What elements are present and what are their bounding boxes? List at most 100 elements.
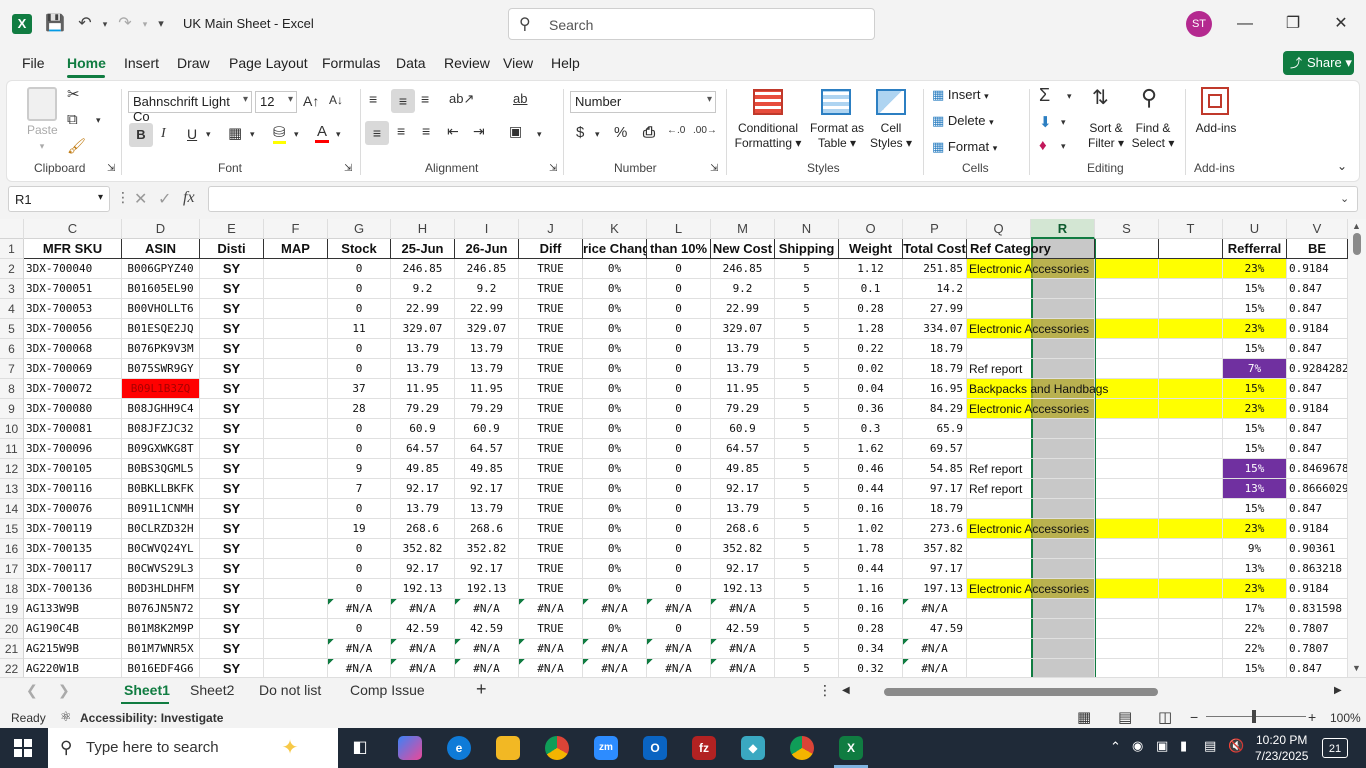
table-cell[interactable]: B09L1B3ZQ: [122, 379, 200, 399]
filezilla-icon[interactable]: fz: [692, 736, 716, 760]
table-cell[interactable]: #N/A: [328, 639, 391, 659]
clear-dropdown-icon[interactable]: ▾: [1061, 141, 1066, 152]
table-cell[interactable]: [264, 539, 328, 559]
expand-formula-bar-icon[interactable]: ⌄: [1340, 192, 1349, 205]
table-cell[interactable]: #N/A: [455, 639, 519, 659]
table-cell[interactable]: TRUE: [519, 499, 583, 519]
table-cell[interactable]: Backpacks and Handbags: [967, 379, 1108, 399]
scroll-up-icon[interactable]: ▲: [1352, 221, 1361, 231]
table-cell[interactable]: [1095, 659, 1159, 677]
font-size-select[interactable]: 12 ▾: [255, 91, 297, 113]
table-cell[interactable]: #N/A: [647, 659, 711, 677]
meet-now-icon[interactable]: ◉: [1132, 738, 1143, 754]
table-cell[interactable]: B01605EL90: [122, 279, 200, 299]
table-cell[interactable]: AG133W9B: [24, 599, 122, 619]
table-cell[interactable]: 3DX-700040: [24, 259, 122, 279]
table-cell[interactable]: 37: [328, 379, 391, 399]
table-cell[interactable]: [264, 559, 328, 579]
table-cell[interactable]: 0%: [583, 499, 647, 519]
tab-view[interactable]: View: [503, 55, 533, 71]
table-cell[interactable]: 97.17: [903, 479, 967, 499]
table-cell[interactable]: 11.95: [711, 379, 775, 399]
table-cell[interactable]: B076PK9V3M: [122, 339, 200, 359]
add-ins-button[interactable]: Add-ins: [1191, 121, 1241, 136]
column-title-cell[interactable]: Ref Category: [967, 239, 1051, 259]
table-cell[interactable]: 192.13: [391, 579, 455, 599]
table-cell[interactable]: [1095, 419, 1159, 439]
table-cell[interactable]: [264, 399, 328, 419]
delete-cells-button[interactable]: ▦ Delete ▾: [932, 113, 1008, 130]
tab-review[interactable]: Review: [444, 55, 490, 71]
column-header-t[interactable]: T: [1159, 219, 1223, 239]
table-cell[interactable]: 5: [775, 499, 839, 519]
taskbar-clock[interactable]: 10:20 PM 7/23/2025: [1255, 732, 1308, 764]
table-cell[interactable]: Ref report: [967, 359, 1031, 379]
table-cell[interactable]: 3DX-700096: [24, 439, 122, 459]
table-cell[interactable]: 0.90361: [1287, 539, 1348, 559]
row-header[interactable]: 21: [0, 639, 24, 659]
table-cell[interactable]: [1031, 459, 1095, 479]
table-cell[interactable]: 357.82: [903, 539, 967, 559]
table-cell[interactable]: #N/A: [711, 639, 775, 659]
table-cell[interactable]: [1159, 299, 1223, 319]
share-button[interactable]: ⤴ Share ▾: [1283, 51, 1354, 75]
column-title-cell[interactable]: [1095, 239, 1159, 259]
table-cell[interactable]: 1.02: [839, 519, 903, 539]
table-cell[interactable]: 0.3: [839, 419, 903, 439]
table-cell[interactable]: 16.95: [903, 379, 967, 399]
select-all-corner[interactable]: [0, 219, 24, 239]
column-header-l[interactable]: L: [647, 219, 711, 239]
row-header[interactable]: 5: [0, 319, 24, 339]
row-header[interactable]: 16: [0, 539, 24, 559]
table-cell[interactable]: Electronic Accessories: [967, 519, 1089, 539]
tab-page-layout[interactable]: Page Layout: [229, 55, 308, 71]
volume-mute-icon[interactable]: 🔇: [1228, 738, 1244, 754]
increase-decimal-icon[interactable]: ←.0: [667, 125, 685, 136]
column-title-cell[interactable]: 26-Jun: [455, 239, 519, 259]
font-color-dropdown-icon[interactable]: ▾: [336, 129, 341, 140]
save-icon[interactable]: 💾: [44, 13, 66, 35]
table-cell[interactable]: 15%: [1223, 379, 1287, 399]
table-cell[interactable]: SY: [200, 379, 264, 399]
column-header-h[interactable]: H: [391, 219, 455, 239]
table-cell[interactable]: 5: [775, 579, 839, 599]
table-cell[interactable]: 5: [775, 519, 839, 539]
table-cell[interactable]: 0: [328, 619, 391, 639]
comma-style-icon[interactable]: ⎙: [643, 124, 655, 141]
table-cell[interactable]: 11.95: [455, 379, 519, 399]
table-cell[interactable]: [1159, 359, 1223, 379]
formula-input[interactable]: [208, 186, 1358, 212]
table-cell[interactable]: [1095, 519, 1159, 539]
table-cell[interactable]: SY: [200, 419, 264, 439]
table-cell[interactable]: 15%: [1223, 439, 1287, 459]
table-cell[interactable]: 18.79: [903, 359, 967, 379]
table-cell[interactable]: 3DX-700069: [24, 359, 122, 379]
outlook-icon[interactable]: O: [643, 736, 667, 760]
table-cell[interactable]: 329.07: [391, 319, 455, 339]
format-as-table-button[interactable]: Format as Table ▾: [807, 121, 867, 151]
table-cell[interactable]: B0BS3QGML5: [122, 459, 200, 479]
table-cell[interactable]: 1.78: [839, 539, 903, 559]
insert-function-icon[interactable]: fx: [183, 189, 195, 207]
table-cell[interactable]: TRUE: [519, 299, 583, 319]
table-cell[interactable]: [1159, 379, 1223, 399]
table-cell[interactable]: 5: [775, 539, 839, 559]
table-cell[interactable]: 5: [775, 439, 839, 459]
collapse-ribbon-icon[interactable]: ⌄: [1337, 159, 1347, 173]
add-ins-icon[interactable]: [1201, 87, 1229, 115]
table-cell[interactable]: 0.34: [839, 639, 903, 659]
table-cell[interactable]: AG190C4B: [24, 619, 122, 639]
table-cell[interactable]: 13.79: [455, 499, 519, 519]
row-header[interactable]: 20: [0, 619, 24, 639]
column-title-cell[interactable]: MFR SKU: [24, 239, 122, 259]
table-cell[interactable]: 23%: [1223, 579, 1287, 599]
column-title-cell[interactable]: [1159, 239, 1223, 259]
vertical-scrollbar[interactable]: ▲ ▼: [1348, 219, 1366, 677]
currency-dropdown-icon[interactable]: ▾: [595, 129, 600, 140]
tab-insert[interactable]: Insert: [124, 55, 159, 71]
table-cell[interactable]: 0.8666029: [1287, 479, 1348, 499]
table-cell[interactable]: 42.59: [391, 619, 455, 639]
table-cell[interactable]: 0: [647, 259, 711, 279]
table-cell[interactable]: 0: [647, 539, 711, 559]
conditional-formatting-icon[interactable]: [753, 89, 783, 115]
